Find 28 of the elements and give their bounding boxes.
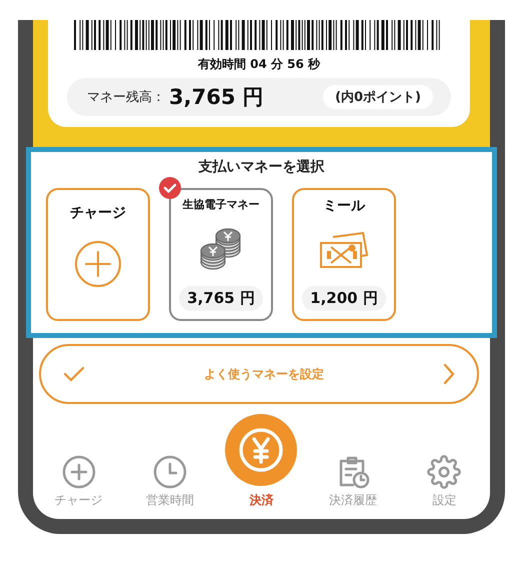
balance-amount: 3,765 円 bbox=[169, 84, 264, 111]
checkmark-icon bbox=[63, 366, 85, 382]
plus-circle-icon bbox=[62, 455, 96, 489]
money-card[interactable]: 生協電子マネー 3,765 円 bbox=[169, 188, 273, 321]
money-card[interactable]: チャージ bbox=[46, 188, 150, 321]
check-icon bbox=[159, 177, 181, 199]
balance-label: マネー残高： bbox=[87, 89, 165, 106]
chevron-right-icon bbox=[443, 363, 455, 385]
meal-ticket-icon bbox=[319, 230, 369, 270]
tab-item[interactable]: チャージ bbox=[33, 455, 124, 509]
money-name: 生協電子マネー bbox=[182, 197, 260, 212]
yen-coin-icon bbox=[237, 426, 286, 474]
points-note: (内0ポイント) bbox=[323, 85, 433, 109]
settings-icon bbox=[427, 455, 462, 489]
tab-item[interactable]: 営業時間 bbox=[124, 455, 216, 509]
money-name: チャージ bbox=[70, 204, 126, 222]
money-name: ミール bbox=[323, 197, 365, 215]
money-amount: 1,200 円 bbox=[302, 286, 386, 311]
plus-circle-icon bbox=[74, 240, 122, 288]
panel-title: 支払いマネーを選択 bbox=[198, 158, 326, 176]
favorite-money-button[interactable]: よく使うマネーを設定 bbox=[39, 344, 479, 404]
tab-item[interactable]: 決済履歴 bbox=[307, 455, 399, 509]
money-amount: 3,765 円 bbox=[179, 286, 263, 311]
money-card[interactable]: ミール 1,200 円 bbox=[292, 188, 396, 321]
expiry-time: 有効時間 04 分 56 秒 bbox=[198, 56, 320, 73]
tab-item[interactable]: 決済 bbox=[216, 414, 308, 509]
clock-icon bbox=[153, 455, 188, 489]
tab-item[interactable]: 設定 bbox=[398, 455, 490, 509]
